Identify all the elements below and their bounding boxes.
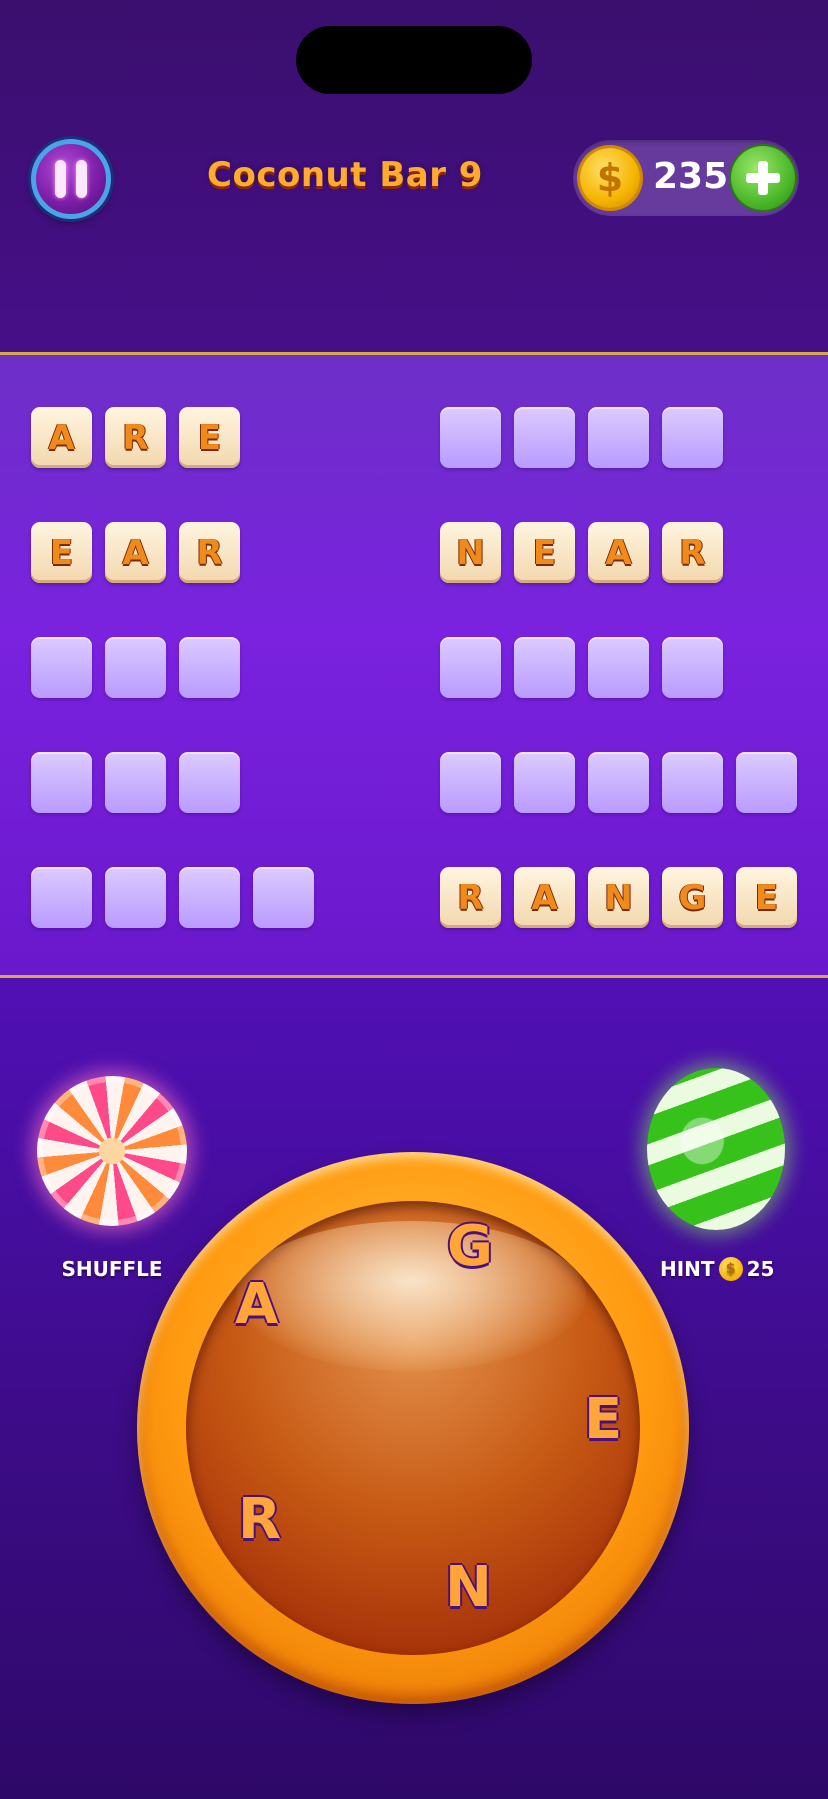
letter-tile: [31, 637, 92, 698]
coin-icon: $: [718, 1257, 743, 1281]
shuffle-label: SHUFFLE: [61, 1257, 163, 1281]
letter-tile: [105, 637, 166, 698]
letter-tile: [105, 752, 166, 813]
pause-button[interactable]: [31, 139, 111, 219]
letter-tile: [440, 637, 501, 698]
letter-tile: [253, 867, 314, 928]
pause-icon-bar: [76, 160, 87, 198]
letter-tile: [179, 637, 240, 698]
letter-tile: E: [514, 522, 575, 583]
coin-balance: $ 235: [573, 140, 799, 216]
letter-tile: [588, 637, 649, 698]
letter-tile: R: [662, 522, 723, 583]
letter-tile: A: [105, 522, 166, 583]
wheel-letter[interactable]: N: [445, 1555, 492, 1620]
device-notch: [296, 26, 532, 94]
wheel-letter[interactable]: G: [447, 1214, 493, 1279]
coin-count: 235: [653, 156, 729, 197]
letter-tile: A: [588, 522, 649, 583]
letter-tile: N: [440, 522, 501, 583]
letter-tile: A: [514, 867, 575, 928]
letter-tile: [31, 752, 92, 813]
letter-tile: G: [662, 867, 723, 928]
wheel-letter[interactable]: R: [238, 1487, 281, 1552]
word-board: A R E E A R N E A R R A N G E: [0, 352, 828, 978]
hint-candy-button[interactable]: [647, 1068, 785, 1230]
letter-tile: R: [179, 522, 240, 583]
letter-tile: [179, 752, 240, 813]
letter-tile: E: [179, 407, 240, 468]
letter-tile: [31, 867, 92, 928]
letter-tile: R: [105, 407, 166, 468]
letter-tile: E: [736, 867, 797, 928]
coin-icon: $: [580, 148, 640, 208]
letter-tile: [105, 867, 166, 928]
letter-tile: [736, 752, 797, 813]
hint-label: HINT: [660, 1257, 715, 1281]
letter-tile: A: [31, 407, 92, 468]
letter-tile: [662, 637, 723, 698]
shuffle-candy-button[interactable]: [37, 1076, 187, 1226]
wheel-letter[interactable]: A: [235, 1272, 278, 1337]
letter-tile: [440, 752, 501, 813]
letter-tile: [514, 752, 575, 813]
letter-tile: [588, 752, 649, 813]
letter-tile: [440, 407, 501, 468]
letter-wheel-center: [186, 1201, 640, 1655]
letter-tile: [588, 407, 649, 468]
letter-tile: [179, 867, 240, 928]
wheel-letter[interactable]: E: [584, 1387, 622, 1452]
wheel-shine: [236, 1221, 586, 1371]
letter-tile: R: [440, 867, 501, 928]
letter-tile: [662, 407, 723, 468]
level-title: Coconut Bar 9: [207, 155, 483, 195]
letter-tile: E: [31, 522, 92, 583]
letter-tile: [514, 407, 575, 468]
letter-wheel: G A E R N: [137, 1152, 689, 1704]
add-coins-button[interactable]: [731, 146, 795, 210]
hint-cost: 25: [746, 1257, 775, 1281]
letter-tile: [514, 637, 575, 698]
letter-tile: N: [588, 867, 649, 928]
hint-label-group: HINT $ 25: [660, 1257, 774, 1281]
plus-icon: [746, 161, 780, 195]
letter-tile: [662, 752, 723, 813]
pause-icon: [55, 160, 66, 198]
